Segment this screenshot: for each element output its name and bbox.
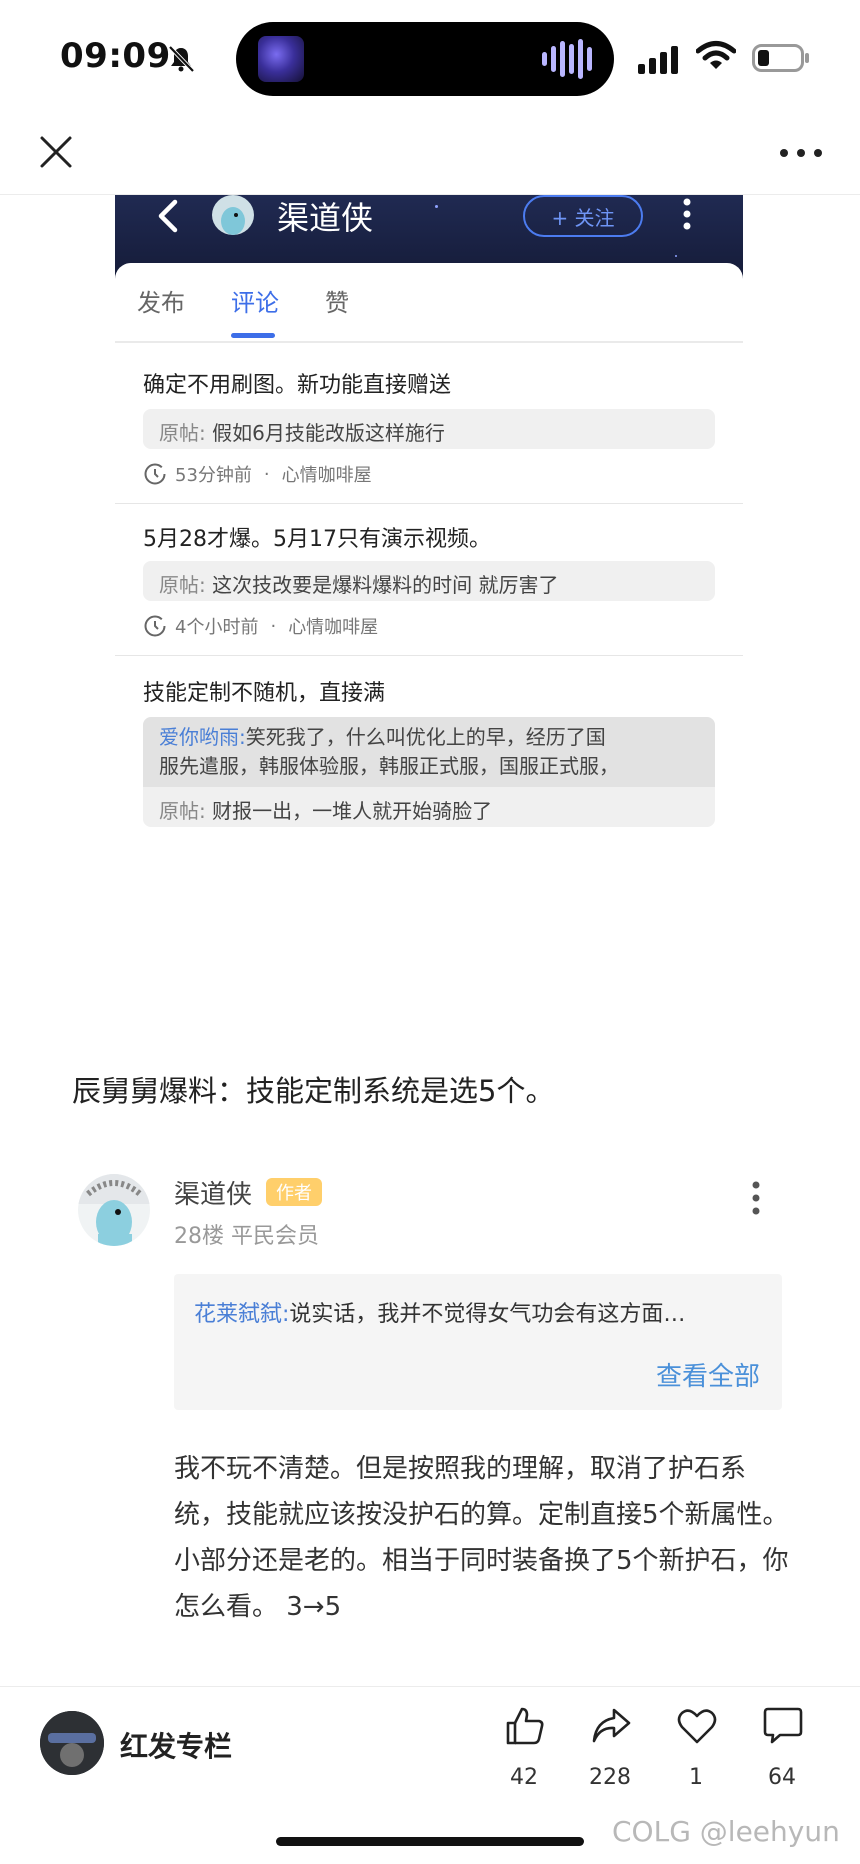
comment-button[interactable]: 64 [742, 1705, 822, 1805]
wifi-icon [696, 41, 736, 69]
embedded-screenshot: 渠道侠 + 关注 发布 评论 赞 确定不用刷图。新功能直接赠送 原帖: 假如6月… [115, 195, 743, 915]
cellular-signal-icon [638, 46, 678, 74]
embedded-avatar [212, 195, 254, 235]
column-name[interactable]: 红发专栏 [120, 1725, 232, 1765]
like-button[interactable]: 42 [484, 1705, 564, 1805]
embedded-original-post: 原帖: 这次技改要是爆料爆料的时间 就厉害了 [143, 561, 715, 601]
favorite-button[interactable]: 1 [656, 1705, 736, 1805]
embedded-follow-button: + 关注 [523, 195, 643, 237]
bottom-action-bar: 红发专栏 42 228 1 64 COLG @leehyun [0, 1686, 860, 1864]
battery-icon [752, 44, 809, 72]
like-count: 42 [510, 1765, 538, 1790]
embedded-comment-text: 5月28才爆。5月17只有演示视频。 [143, 527, 491, 552]
comment-more-icon[interactable] [750, 1180, 762, 1216]
embedded-tab-posts: 发布 [137, 289, 185, 317]
floor-info: 28楼 平民会员 [174, 1224, 319, 1249]
quoted-reply-box[interactable]: 花莱弑弑:说实话，我并不觉得女气功会有这方面… 查看全部 [174, 1274, 782, 1410]
embedded-comment-meta: 53分钟前 · 心情咖啡屋 [143, 461, 372, 487]
author-name[interactable]: 渠道侠 [174, 1174, 252, 1211]
back-arrow-icon [158, 199, 178, 233]
home-indicator[interactable] [276, 1837, 584, 1846]
comment-count: 64 [768, 1765, 796, 1790]
embedded-comment-text: 确定不用刷图。新功能直接赠送 [143, 373, 452, 398]
embedded-username: 渠道侠 [277, 199, 374, 237]
status-time: 09:09 [60, 36, 171, 76]
close-icon[interactable] [36, 132, 76, 172]
now-playing-thumbnail[interactable] [258, 36, 304, 82]
embedded-comment-text: 技能定制不随机，直接满 [143, 681, 386, 706]
share-button[interactable]: 228 [570, 1705, 650, 1805]
embedded-tab-likes: 赞 [325, 289, 349, 317]
clock-icon [144, 615, 166, 637]
embedded-tab-comments: 评论 [231, 289, 279, 317]
article-text: 辰舅舅爆料：技能定制系统是选5个。 [72, 1074, 555, 1108]
comment-body: 我不玩不清楚。但是按照我的理解，取消了护石系统，技能就应该按没护石的算。定制直接… [174, 1454, 789, 1622]
embedded-original-post: 原帖: 财报一出，一堆人就开始骑脸了 [143, 787, 715, 827]
thumbs-up-icon [506, 1707, 544, 1745]
column-avatar[interactable] [40, 1711, 104, 1775]
embedded-more-icon [683, 198, 691, 230]
top-navigation [0, 115, 860, 195]
active-tab-indicator [231, 333, 275, 338]
watermark: COLG @leehyun [612, 1815, 840, 1848]
author-badge: 作者 [266, 1178, 322, 1206]
more-options-icon[interactable] [778, 143, 824, 163]
heart-icon [677, 1709, 717, 1744]
share-arrow-icon [592, 1708, 631, 1743]
embedded-reply-quote: 爱你哟雨:笑死我了，什么叫优化上的早，经历了国 服先遣服，韩服体验服，韩服正式服… [143, 717, 715, 787]
quoted-reply-text: 花莱弑弑:说实话，我并不觉得女气功会有这方面… [194, 1302, 686, 1327]
comment-bubble-icon [763, 1707, 803, 1744]
status-bar: 09:09 [0, 0, 860, 115]
dynamic-island[interactable] [236, 22, 614, 96]
author-avatar[interactable] [78, 1174, 150, 1246]
embedded-original-post: 原帖: 假如6月技能改版这样施行 [143, 409, 715, 449]
audio-waveform-icon [542, 38, 592, 80]
share-count: 228 [589, 1765, 631, 1790]
view-all-link[interactable]: 查看全部 [656, 1356, 760, 1393]
embedded-tabs: 发布 评论 赞 [115, 263, 743, 341]
silent-bell-icon [168, 45, 195, 73]
clock-icon [144, 463, 166, 485]
embedded-comment-meta: 4个小时前 · 心情咖啡屋 [143, 613, 378, 639]
favorite-count: 1 [689, 1765, 703, 1790]
